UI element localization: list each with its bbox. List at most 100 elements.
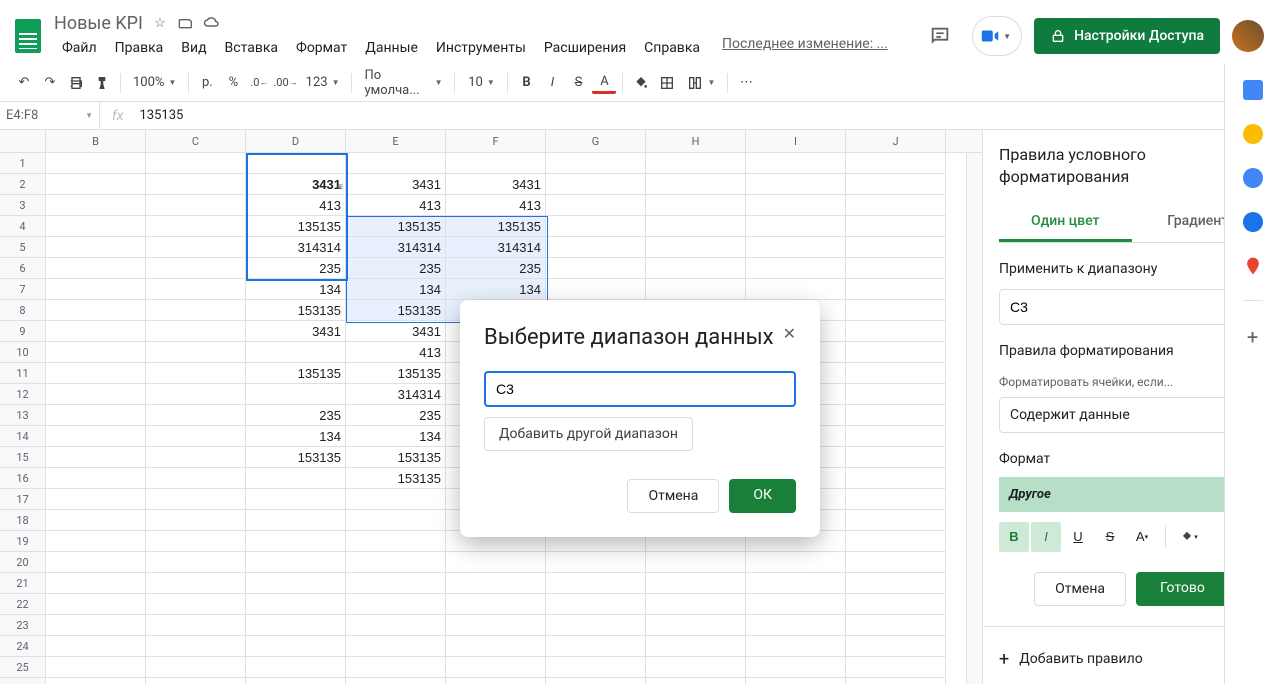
cell-B6[interactable] bbox=[46, 258, 146, 279]
currency-button[interactable]: р. bbox=[195, 71, 219, 95]
text-color-button[interactable]: A bbox=[592, 72, 616, 94]
fmt-bold-button[interactable]: B bbox=[999, 522, 1029, 552]
cell-D22[interactable] bbox=[246, 594, 346, 615]
cell-I4[interactable] bbox=[746, 216, 846, 237]
cell-H25[interactable] bbox=[646, 657, 746, 678]
cell-E4[interactable]: 135135 bbox=[346, 216, 446, 237]
cell-E6[interactable]: 235 bbox=[346, 258, 446, 279]
row-header-22[interactable]: 22 bbox=[0, 594, 46, 615]
panel-done-button[interactable]: Готово bbox=[1136, 572, 1229, 606]
cell-G4[interactable] bbox=[546, 216, 646, 237]
vertical-scrollbar[interactable] bbox=[966, 153, 982, 684]
cell-D23[interactable] bbox=[246, 615, 346, 636]
cell-H6[interactable] bbox=[646, 258, 746, 279]
increase-decimal-button[interactable]: .00→ bbox=[273, 71, 297, 95]
cell-B5[interactable] bbox=[46, 237, 146, 258]
cell-D10[interactable] bbox=[246, 342, 346, 363]
col-header-H[interactable]: H bbox=[646, 130, 746, 152]
row-header-13[interactable]: 13 bbox=[0, 405, 46, 426]
cell-B20[interactable] bbox=[46, 552, 146, 573]
cell-E14[interactable]: 134 bbox=[346, 426, 446, 447]
row-header-11[interactable]: 11 bbox=[0, 363, 46, 384]
col-header-B[interactable]: B bbox=[46, 130, 146, 152]
dialog-close-button[interactable]: ✕ bbox=[783, 324, 796, 343]
cell-B25[interactable] bbox=[46, 657, 146, 678]
cell-E5[interactable]: 314314 bbox=[346, 237, 446, 258]
cell-J4[interactable] bbox=[846, 216, 946, 237]
add-addon-button[interactable]: + bbox=[1247, 325, 1258, 349]
cell-C2[interactable] bbox=[146, 174, 246, 195]
cell-C4[interactable] bbox=[146, 216, 246, 237]
cell-E12[interactable]: 314314 bbox=[346, 384, 446, 405]
cell-C11[interactable] bbox=[146, 363, 246, 384]
cell-E24[interactable] bbox=[346, 636, 446, 657]
cell-C24[interactable] bbox=[146, 636, 246, 657]
cell-D12[interactable] bbox=[246, 384, 346, 405]
cell-H23[interactable] bbox=[646, 615, 746, 636]
cell-G2[interactable] bbox=[546, 174, 646, 195]
fmt-text-color-button[interactable]: A▾ bbox=[1127, 522, 1157, 552]
row-header-21[interactable]: 21 bbox=[0, 573, 46, 594]
dialog-cancel-button[interactable]: Отмена bbox=[627, 479, 719, 513]
cell-D19[interactable] bbox=[246, 531, 346, 552]
cell-E11[interactable]: 135135 bbox=[346, 363, 446, 384]
cell-F5[interactable]: 314314 bbox=[446, 237, 546, 258]
cell-C20[interactable] bbox=[146, 552, 246, 573]
decrease-decimal-button[interactable]: .0← bbox=[247, 71, 271, 95]
cell-D24[interactable] bbox=[246, 636, 346, 657]
cell-I20[interactable] bbox=[746, 552, 846, 573]
cell-D5[interactable]: 314314 bbox=[246, 237, 346, 258]
row-header-15[interactable]: 15 bbox=[0, 447, 46, 468]
strikethrough-button[interactable]: S bbox=[566, 71, 590, 95]
cell-D2[interactable]: 3431≡ bbox=[246, 174, 346, 195]
cell-B18[interactable] bbox=[46, 510, 146, 531]
cell-B24[interactable] bbox=[46, 636, 146, 657]
cell-D3[interactable]: 413 bbox=[246, 195, 346, 216]
keep-icon[interactable] bbox=[1243, 124, 1263, 144]
cell-C12[interactable] bbox=[146, 384, 246, 405]
cell-J9[interactable] bbox=[846, 321, 946, 342]
cell-D25[interactable] bbox=[246, 657, 346, 678]
cell-D16[interactable] bbox=[246, 468, 346, 489]
cell-D4[interactable]: 135135 bbox=[246, 216, 346, 237]
cell-D17[interactable] bbox=[246, 489, 346, 510]
cell-G1[interactable] bbox=[546, 153, 646, 174]
cell-G6[interactable] bbox=[546, 258, 646, 279]
account-avatar[interactable] bbox=[1232, 20, 1264, 52]
row-header-2[interactable]: 2 bbox=[0, 174, 46, 195]
paint-format-button[interactable] bbox=[90, 71, 114, 95]
cell-I21[interactable] bbox=[746, 573, 846, 594]
cell-E10[interactable]: 413 bbox=[346, 342, 446, 363]
cell-H3[interactable] bbox=[646, 195, 746, 216]
undo-button[interactable]: ↶ bbox=[12, 71, 36, 95]
cell-I26[interactable] bbox=[746, 678, 846, 684]
cell-F20[interactable] bbox=[446, 552, 546, 573]
cell-I25[interactable] bbox=[746, 657, 846, 678]
cell-J25[interactable] bbox=[846, 657, 946, 678]
cell-E15[interactable]: 153135 bbox=[346, 447, 446, 468]
cell-J5[interactable] bbox=[846, 237, 946, 258]
share-button[interactable]: Настройки Доступа bbox=[1034, 18, 1220, 54]
cell-C21[interactable] bbox=[146, 573, 246, 594]
panel-cancel-button[interactable]: Отмена bbox=[1034, 572, 1126, 606]
cell-C14[interactable] bbox=[146, 426, 246, 447]
cell-J1[interactable] bbox=[846, 153, 946, 174]
cell-F25[interactable] bbox=[446, 657, 546, 678]
cell-B17[interactable] bbox=[46, 489, 146, 510]
cell-J20[interactable] bbox=[846, 552, 946, 573]
cell-D20[interactable] bbox=[246, 552, 346, 573]
row-header-20[interactable]: 20 bbox=[0, 552, 46, 573]
cell-B13[interactable] bbox=[46, 405, 146, 426]
cell-G25[interactable] bbox=[546, 657, 646, 678]
row-header-14[interactable]: 14 bbox=[0, 426, 46, 447]
cell-F7[interactable]: 134 bbox=[446, 279, 546, 300]
fmt-underline-button[interactable]: U bbox=[1063, 522, 1093, 552]
col-header-J[interactable]: J bbox=[846, 130, 946, 152]
cell-C5[interactable] bbox=[146, 237, 246, 258]
cell-C6[interactable] bbox=[146, 258, 246, 279]
cell-E26[interactable] bbox=[346, 678, 446, 684]
cell-C23[interactable] bbox=[146, 615, 246, 636]
cell-E2[interactable]: 3431 bbox=[346, 174, 446, 195]
contacts-icon[interactable] bbox=[1243, 212, 1263, 232]
cell-E8[interactable]: 153135 bbox=[346, 300, 446, 321]
